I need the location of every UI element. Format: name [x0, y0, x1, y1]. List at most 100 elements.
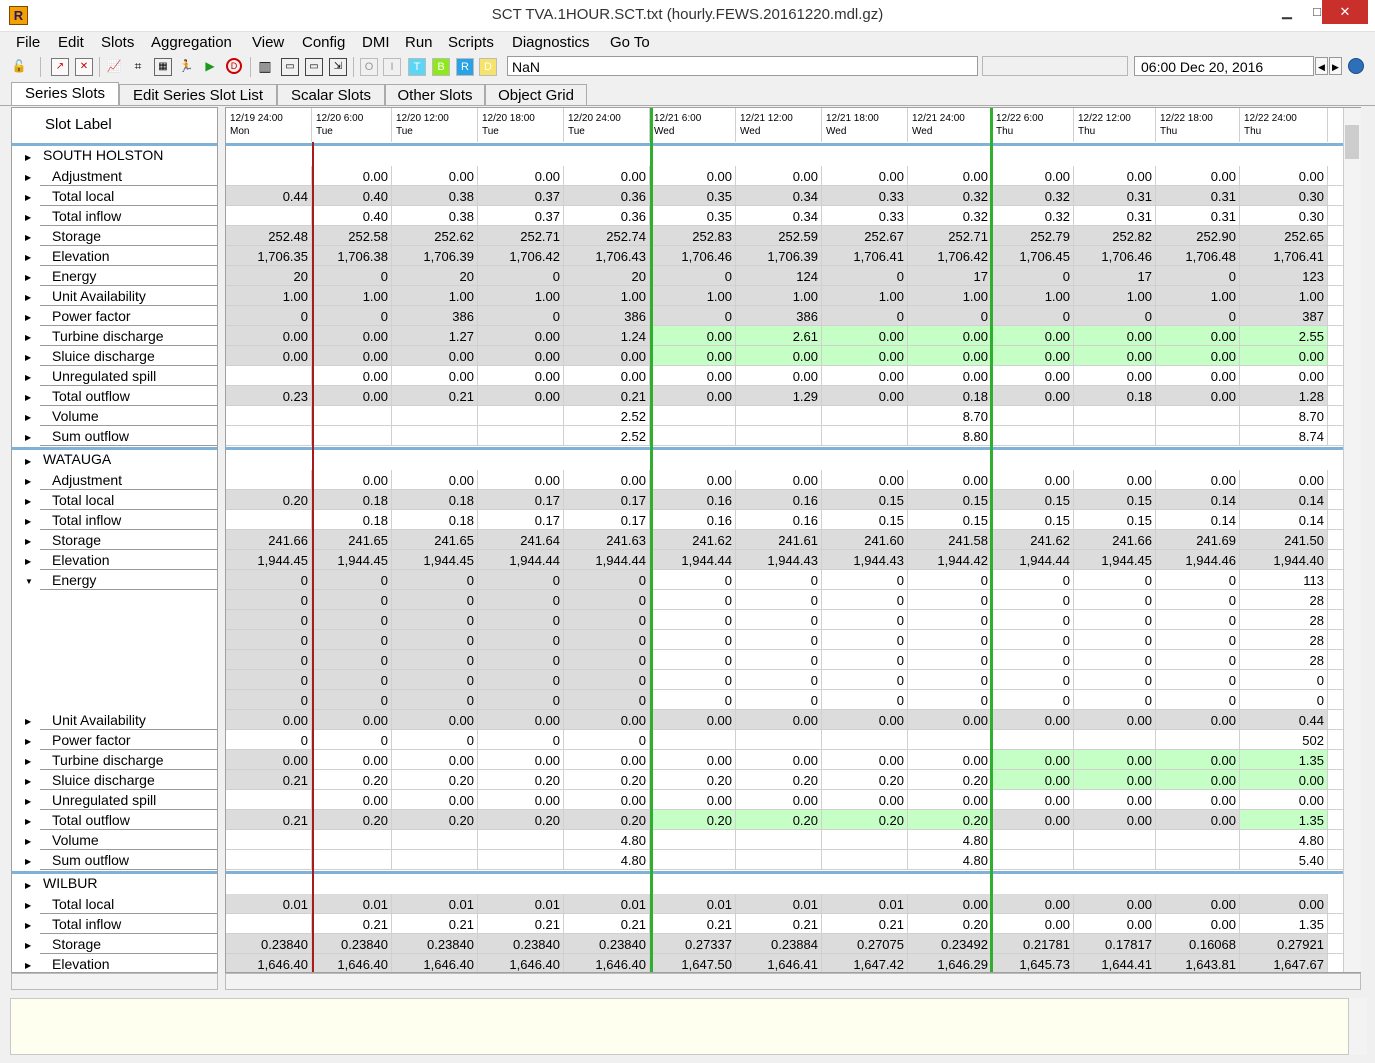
cell-value: 0.00 [449, 793, 474, 808]
menu-scripts[interactable]: Scripts [448, 34, 494, 51]
tab-edit-series-slot-list[interactable]: Edit Series Slot List [119, 84, 277, 105]
menu-diagnostics[interactable]: Diagnostics [512, 34, 590, 51]
cell-value: 1,706.39 [423, 249, 474, 264]
globe-icon[interactable] [1348, 58, 1364, 74]
cell-background [564, 650, 649, 669]
cell-value: 0.00 [879, 753, 904, 768]
cell-value: 0.23884 [771, 937, 818, 952]
cell-background [392, 670, 477, 689]
cell-value: 0.00 [879, 349, 904, 364]
cell-value: 0.00 [1127, 773, 1152, 788]
delete-slot-icon[interactable]: ✕ [75, 58, 93, 76]
cell-value: 0.00 [963, 169, 988, 184]
cell-value: 252.74 [606, 229, 646, 244]
cell-background [478, 650, 563, 669]
menu-goto[interactable]: Go To [610, 34, 650, 51]
calendar-icon[interactable]: ▦ [154, 58, 172, 76]
column-header-date: 12/20 6:00 [316, 113, 364, 124]
vertical-scrollbar[interactable] [1343, 108, 1361, 972]
stop-icon[interactable]: D [226, 58, 242, 74]
cell-value: 0.01 [283, 897, 308, 912]
cell-value: 0.00 [707, 473, 732, 488]
tab-series-slots[interactable]: Series Slots [11, 82, 119, 106]
save-as-icon[interactable]: ▭ [305, 58, 323, 76]
cell-value: 0.00 [963, 793, 988, 808]
cell-value: 252.58 [348, 229, 388, 244]
slot-label: Total outflow [52, 388, 131, 404]
date-next-button[interactable]: ▶ [1329, 57, 1342, 75]
cell-value: 0 [811, 613, 818, 628]
cell-value: 0 [981, 573, 988, 588]
cell-value: 0.15 [963, 493, 988, 508]
cell-value: 241.65 [434, 533, 474, 548]
right-horizontal-scrollbar[interactable] [225, 973, 1361, 990]
menu-run[interactable]: Run [405, 34, 433, 51]
scroll-thumb[interactable] [1345, 125, 1359, 159]
cell-value: 0.18 [363, 513, 388, 528]
flag-rule-button[interactable]: R [456, 58, 474, 76]
cell-value: 0.00 [1127, 369, 1152, 384]
menu-aggregation[interactable]: Aggregation [151, 34, 232, 51]
cell-value: 0.00 [621, 369, 646, 384]
cell-value: 386 [452, 309, 474, 324]
date-prev-button[interactable]: ◀ [1315, 57, 1328, 75]
data-grid[interactable]: 12/19 24:00 Mon 12/20 6:00 Tue 12/20 12:00 Tu… [226, 108, 1361, 973]
cell-value: 0.01 [793, 897, 818, 912]
tab-scalar-slots[interactable]: Scalar Slots [277, 84, 385, 105]
cell-value: 0 [981, 673, 988, 688]
cell-value: 0 [301, 633, 308, 648]
cell-value: 0 [301, 593, 308, 608]
expand-arrow-icon: ▶ [25, 961, 32, 970]
object-separator [226, 143, 1360, 146]
cell-value: 0 [897, 269, 904, 284]
cell-value: 28 [1310, 653, 1324, 668]
menu-dmi[interactable]: DMI [362, 34, 390, 51]
flag-best-button[interactable]: B [432, 58, 450, 76]
cell-value: 1.00 [535, 289, 560, 304]
datetime-field[interactable]: 06:00 Dec 20, 2016 [1134, 56, 1314, 76]
cell-value: 241.62 [1030, 533, 1070, 548]
menu-slots[interactable]: Slots [101, 34, 134, 51]
menu-view[interactable]: View [252, 34, 284, 51]
menu-file[interactable]: File [16, 34, 40, 51]
close-button[interactable]: ✕ [1322, 0, 1368, 24]
flag-input-button[interactable]: I [383, 58, 401, 76]
cell-value: 113 [1303, 573, 1324, 588]
expand-arrow-icon: ▶ [25, 373, 32, 382]
column-header-date: 12/21 12:00 [740, 113, 793, 124]
cell-value: 0 [811, 653, 818, 668]
flag-dmi-button[interactable]: D [479, 58, 497, 76]
expand-arrow-icon: ▶ [25, 717, 32, 726]
flag-output-button[interactable]: O [360, 58, 378, 76]
value-field[interactable]: NaN [507, 56, 978, 76]
menu-edit[interactable]: Edit [58, 34, 84, 51]
runner-icon[interactable]: 🏃 [178, 58, 194, 74]
run-icon[interactable]: ▶ [202, 58, 218, 74]
bars-icon[interactable]: ▥ [257, 58, 273, 74]
edit-slot-icon[interactable]: ↗ [51, 58, 69, 76]
plot-icon[interactable]: 📈 [106, 58, 122, 74]
cell-value: 0 [897, 653, 904, 668]
unlock-icon[interactable]: 🔓 [11, 58, 27, 74]
slot-label-list[interactable]: ▶ SOUTH HOLSTON ▶ Adjustment ▶ Total local ▶ To… [12, 108, 218, 973]
left-horizontal-scrollbar[interactable] [11, 973, 218, 990]
message-scrollbar[interactable] [1349, 998, 1367, 1055]
flag-target-button[interactable]: T [408, 58, 426, 76]
expand-arrow-icon: ▶ [25, 777, 32, 786]
toolbar-separator [99, 57, 100, 77]
cell-value: 0.00 [1211, 813, 1236, 828]
cell-background [226, 306, 311, 325]
cell-value: 0.21 [283, 813, 308, 828]
cell-value: 0.33 [879, 209, 904, 224]
tab-other-slots[interactable]: Other Slots [385, 84, 485, 105]
tab-object-grid[interactable]: Object Grid [485, 84, 587, 105]
tree-icon[interactable]: ⌗ [130, 58, 146, 74]
cell-value: 0.20 [963, 813, 988, 828]
cell-value: 0 [1145, 309, 1152, 324]
save-icon[interactable]: ▭ [281, 58, 299, 76]
cell-value: 1,646.40 [595, 957, 646, 972]
cell-value: 0.00 [363, 389, 388, 404]
menu-config[interactable]: Config [302, 34, 345, 51]
fit-icon[interactable]: ⇲ [329, 58, 347, 76]
cell-value: 0.16 [707, 493, 732, 508]
